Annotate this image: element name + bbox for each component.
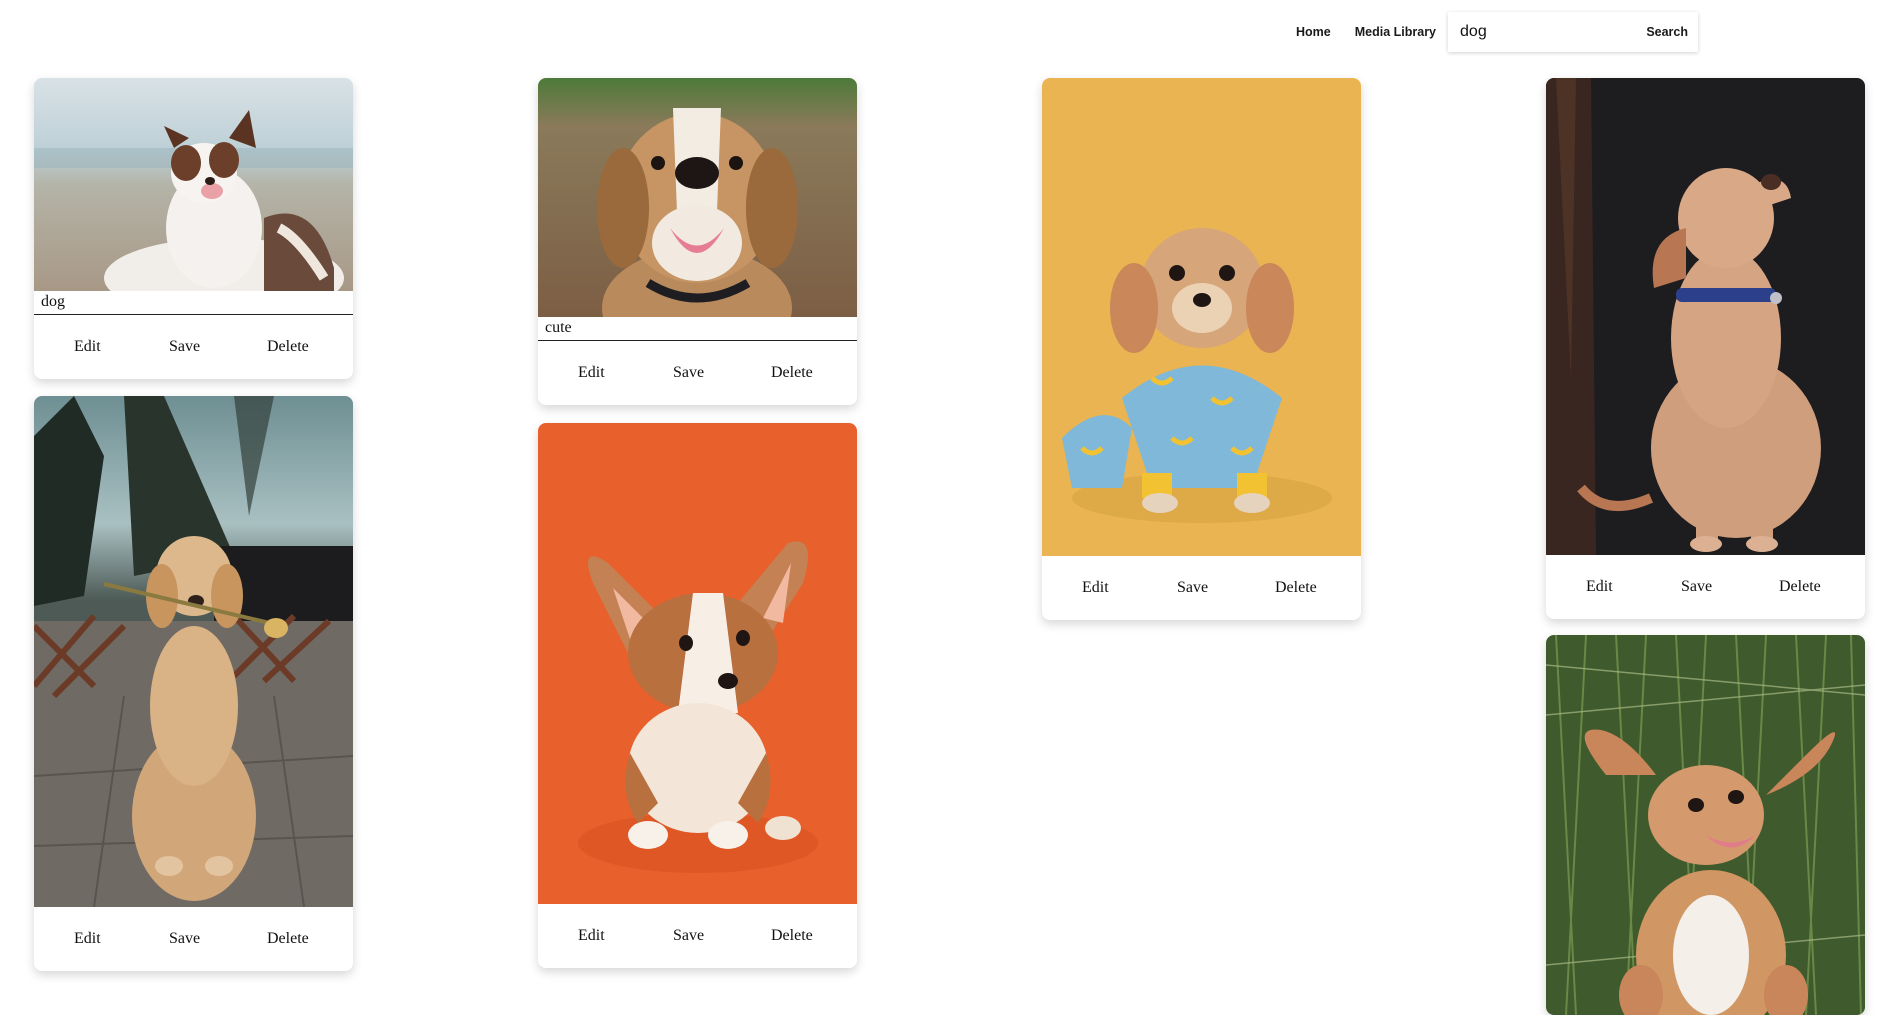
- delete-button[interactable]: Delete: [1275, 579, 1317, 597]
- card-actions: Edit Save Delete: [1546, 555, 1865, 619]
- card-actions: Edit Save Delete: [34, 315, 353, 379]
- edit-button[interactable]: Edit: [74, 930, 101, 948]
- card-actions: Edit Save Delete: [1042, 556, 1361, 620]
- search-input[interactable]: [1448, 23, 1629, 41]
- dog-photo[interactable]: [538, 423, 857, 904]
- delete-button[interactable]: Delete: [1779, 578, 1821, 596]
- card-actions: Edit Save Delete: [34, 907, 353, 971]
- media-card: [1546, 635, 1865, 1015]
- save-button[interactable]: Save: [1177, 579, 1208, 597]
- dog-photo[interactable]: [34, 396, 353, 907]
- nav-home-link[interactable]: Home: [1296, 25, 1331, 39]
- save-button[interactable]: Save: [673, 927, 704, 945]
- dog-photo[interactable]: [1042, 78, 1361, 556]
- save-button[interactable]: Save: [673, 364, 704, 382]
- media-card: Edit Save Delete: [1042, 78, 1361, 620]
- top-nav: Home Media Library Search: [1296, 12, 1699, 52]
- card-actions: Edit Save Delete: [538, 904, 857, 968]
- edit-button[interactable]: Edit: [74, 338, 101, 356]
- image-caption[interactable]: cute: [538, 317, 857, 341]
- search-button[interactable]: Search: [1646, 25, 1688, 39]
- media-card: Edit Save Delete: [1546, 78, 1865, 619]
- save-button[interactable]: Save: [1681, 578, 1712, 596]
- search-box: Search: [1448, 12, 1699, 52]
- media-card: cute Edit Save Delete: [538, 78, 857, 405]
- nav-media-library-link[interactable]: Media Library: [1355, 25, 1436, 39]
- edit-button[interactable]: Edit: [1082, 579, 1109, 597]
- delete-button[interactable]: Delete: [771, 364, 813, 382]
- delete-button[interactable]: Delete: [771, 927, 813, 945]
- media-card: dog Edit Save Delete: [34, 78, 353, 379]
- edit-button[interactable]: Edit: [578, 927, 605, 945]
- dog-photo[interactable]: [34, 78, 353, 291]
- dog-photo[interactable]: [1546, 78, 1865, 555]
- dog-photo[interactable]: [1546, 635, 1865, 1015]
- save-button[interactable]: Save: [169, 338, 200, 356]
- delete-button[interactable]: Delete: [267, 338, 309, 356]
- edit-button[interactable]: Edit: [1586, 578, 1613, 596]
- card-actions: Edit Save Delete: [538, 341, 857, 405]
- media-card: Edit Save Delete: [538, 423, 857, 968]
- image-caption[interactable]: dog: [34, 291, 353, 315]
- edit-button[interactable]: Edit: [578, 364, 605, 382]
- save-button[interactable]: Save: [169, 930, 200, 948]
- delete-button[interactable]: Delete: [267, 930, 309, 948]
- dog-photo[interactable]: [538, 78, 857, 317]
- media-card: Edit Save Delete: [34, 396, 353, 971]
